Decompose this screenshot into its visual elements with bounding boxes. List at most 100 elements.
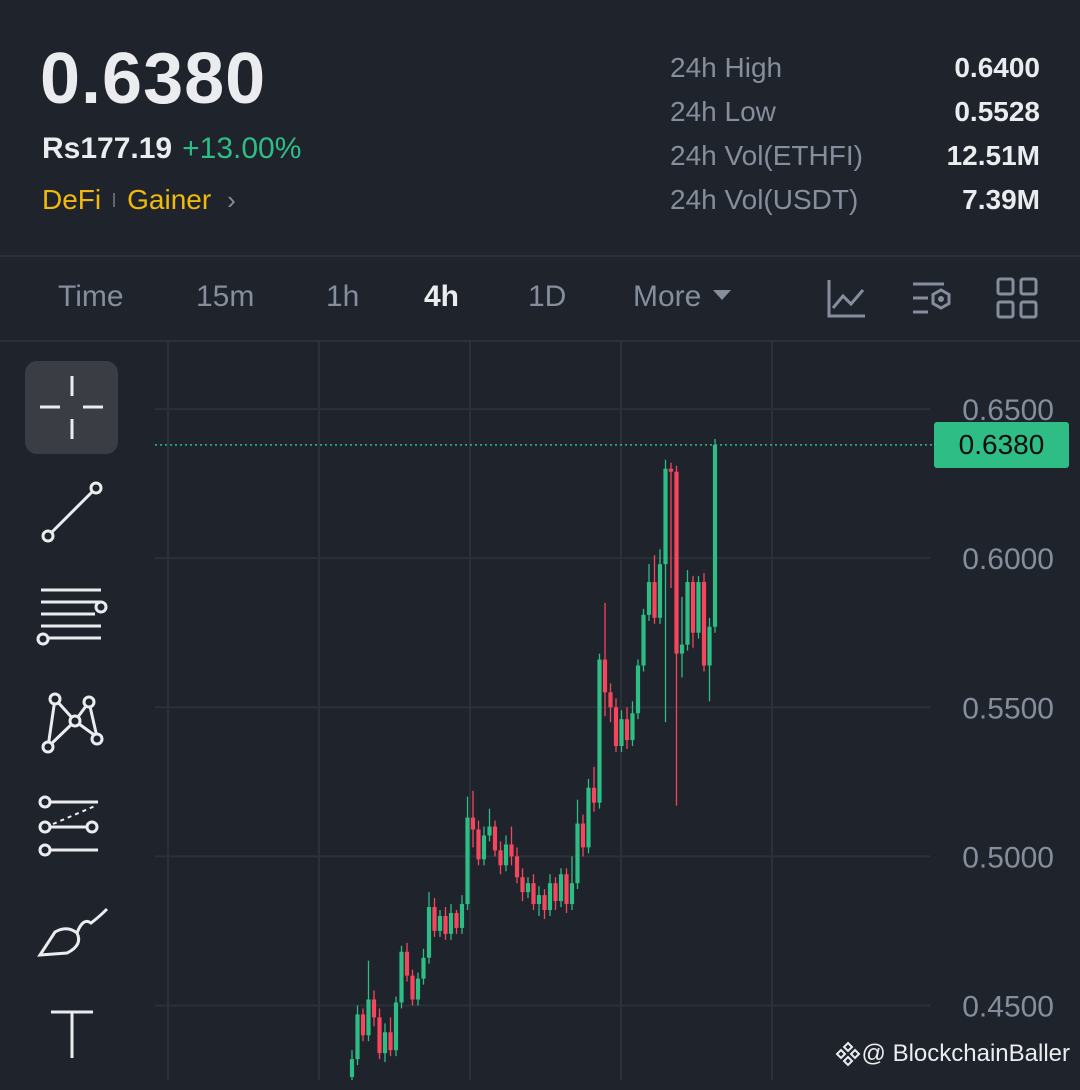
stat-value: 12.51M bbox=[946, 140, 1040, 171]
stat-row-24h-high: 24h High 0.6400 bbox=[670, 46, 1040, 90]
candle-body bbox=[393, 1002, 399, 1051]
tab-more[interactable]: More bbox=[633, 280, 732, 314]
watermark-text: @ BlockchainBaller bbox=[861, 1040, 1070, 1067]
candle-body bbox=[404, 951, 410, 976]
tab-15m[interactable]: 15m bbox=[196, 280, 254, 314]
candle-body bbox=[564, 874, 569, 905]
y-tick-label: 0.5000 bbox=[962, 841, 1054, 874]
candle-body bbox=[421, 957, 426, 979]
candle-body bbox=[624, 719, 630, 741]
candle-body bbox=[366, 999, 371, 1036]
candle-body bbox=[487, 826, 492, 836]
tag-separator bbox=[113, 193, 116, 207]
candle-body bbox=[652, 582, 657, 618]
candle-body bbox=[641, 614, 646, 666]
candle-body bbox=[371, 999, 377, 1018]
layout-grid-icon[interactable] bbox=[995, 276, 1039, 320]
candle-body bbox=[470, 817, 476, 830]
candle-body bbox=[377, 1017, 382, 1054]
candle-body bbox=[426, 907, 432, 958]
candle-body bbox=[580, 823, 586, 848]
candle-body bbox=[674, 471, 679, 654]
candlestick-chart[interactable]: 0.6500 0.6000 0.5500 0.5000 0.4500 0.6380 bbox=[0, 342, 1080, 1080]
brush-tool-button[interactable] bbox=[25, 887, 118, 980]
caret-down-icon bbox=[713, 290, 732, 301]
trend-line-icon bbox=[41, 481, 103, 543]
last-price: 0.6380 bbox=[40, 39, 267, 119]
candle-body bbox=[465, 817, 470, 905]
chevron-right-icon[interactable]: › bbox=[227, 185, 236, 216]
candle-body bbox=[509, 844, 514, 857]
candle-body bbox=[349, 1059, 355, 1078]
text-tool-icon bbox=[51, 1010, 93, 1058]
tag-defi[interactable]: DeFi bbox=[42, 184, 101, 216]
fiat-price-row: Rs177.19 +13.00% bbox=[42, 132, 301, 166]
stats-panel: 24h High 0.6400 24h Low 0.5528 24h Vol(E… bbox=[670, 46, 1040, 222]
tag-gainer[interactable]: Gainer bbox=[127, 184, 211, 216]
stat-row-24h-vol-ethfi: 24h Vol(ETHFI) 12.51M bbox=[670, 134, 1040, 178]
tab-4h[interactable]: 4h bbox=[424, 280, 459, 314]
candle-body bbox=[635, 665, 641, 714]
tag-row[interactable]: DeFi Gainer › bbox=[42, 184, 236, 216]
candle-body bbox=[558, 874, 564, 902]
candle-body bbox=[602, 659, 608, 693]
last-price-tag: 0.6380 bbox=[934, 421, 1069, 468]
y-tick-label: 0.4500 bbox=[962, 990, 1054, 1023]
candle-body bbox=[591, 787, 597, 803]
interval-bar: Time 15m 1h 4h 1D More bbox=[0, 258, 1080, 340]
fib-tool-icon bbox=[38, 795, 99, 857]
candle-body bbox=[459, 904, 465, 928]
candle-body bbox=[547, 883, 553, 911]
candle-body bbox=[613, 707, 619, 747]
trend-line-tool-button[interactable] bbox=[25, 467, 118, 560]
candle-body bbox=[608, 692, 613, 708]
horizontal-lines-icon bbox=[36, 588, 108, 646]
price-change-percent: +13.00% bbox=[182, 132, 302, 165]
stat-label: 24h Vol(USDT) bbox=[670, 184, 859, 215]
stat-row-24h-vol-usdt: 24h Vol(USDT) 7.39M bbox=[670, 178, 1040, 222]
tab-1h[interactable]: 1h bbox=[326, 280, 359, 314]
tab-time[interactable]: Time bbox=[58, 280, 124, 314]
fiat-price: Rs177.19 bbox=[42, 132, 173, 165]
stat-value: 0.6400 bbox=[954, 52, 1040, 83]
chart-indicator-icon[interactable] bbox=[825, 276, 869, 320]
chart-settings-icon[interactable] bbox=[910, 276, 954, 320]
candle-body bbox=[437, 916, 443, 931]
candle-body bbox=[476, 829, 481, 860]
stat-label: 24h Low bbox=[670, 96, 776, 127]
stat-value: 0.5528 bbox=[954, 96, 1040, 127]
candle-body bbox=[586, 787, 591, 848]
stat-label: 24h High bbox=[670, 52, 783, 83]
horizontal-lines-tool-button[interactable] bbox=[25, 572, 118, 665]
candle-body bbox=[481, 835, 487, 860]
y-tick-label: 0.5500 bbox=[962, 692, 1054, 725]
candle-body bbox=[657, 564, 663, 618]
tab-1d[interactable]: 1D bbox=[528, 280, 566, 314]
crosshair-tool-button[interactable] bbox=[25, 361, 118, 454]
crosshair-icon bbox=[40, 376, 103, 439]
chart-canvas[interactable]: 0.65000.60000.55000.50000.4500 bbox=[0, 342, 1080, 1080]
candle-body bbox=[597, 659, 602, 803]
candle-body bbox=[696, 582, 701, 633]
candle-body bbox=[448, 913, 454, 934]
candle-body bbox=[410, 975, 415, 1000]
stat-label: 24h Vol(ETHFI) bbox=[670, 140, 863, 171]
candle-body bbox=[663, 468, 668, 565]
candle-body bbox=[569, 883, 575, 905]
candle-body bbox=[520, 877, 525, 893]
binance-logo-icon bbox=[835, 1041, 860, 1067]
candle-body bbox=[701, 582, 707, 666]
header-divider bbox=[0, 255, 1080, 257]
candle-body bbox=[388, 1032, 393, 1051]
fib-tool-button[interactable] bbox=[25, 782, 118, 875]
candle-body bbox=[646, 582, 652, 615]
candle-body bbox=[668, 468, 674, 472]
candle-body bbox=[712, 444, 718, 627]
pattern-tool-button[interactable] bbox=[25, 677, 118, 770]
ticker-header: 0.6380 Rs177.19 +13.00% DeFi Gainer › 24h… bbox=[0, 0, 1080, 255]
candle-body bbox=[382, 1032, 388, 1054]
text-tool-button[interactable] bbox=[25, 992, 118, 1085]
candle-body bbox=[619, 719, 624, 747]
candle-body bbox=[514, 856, 520, 878]
candle-body bbox=[399, 951, 404, 1003]
